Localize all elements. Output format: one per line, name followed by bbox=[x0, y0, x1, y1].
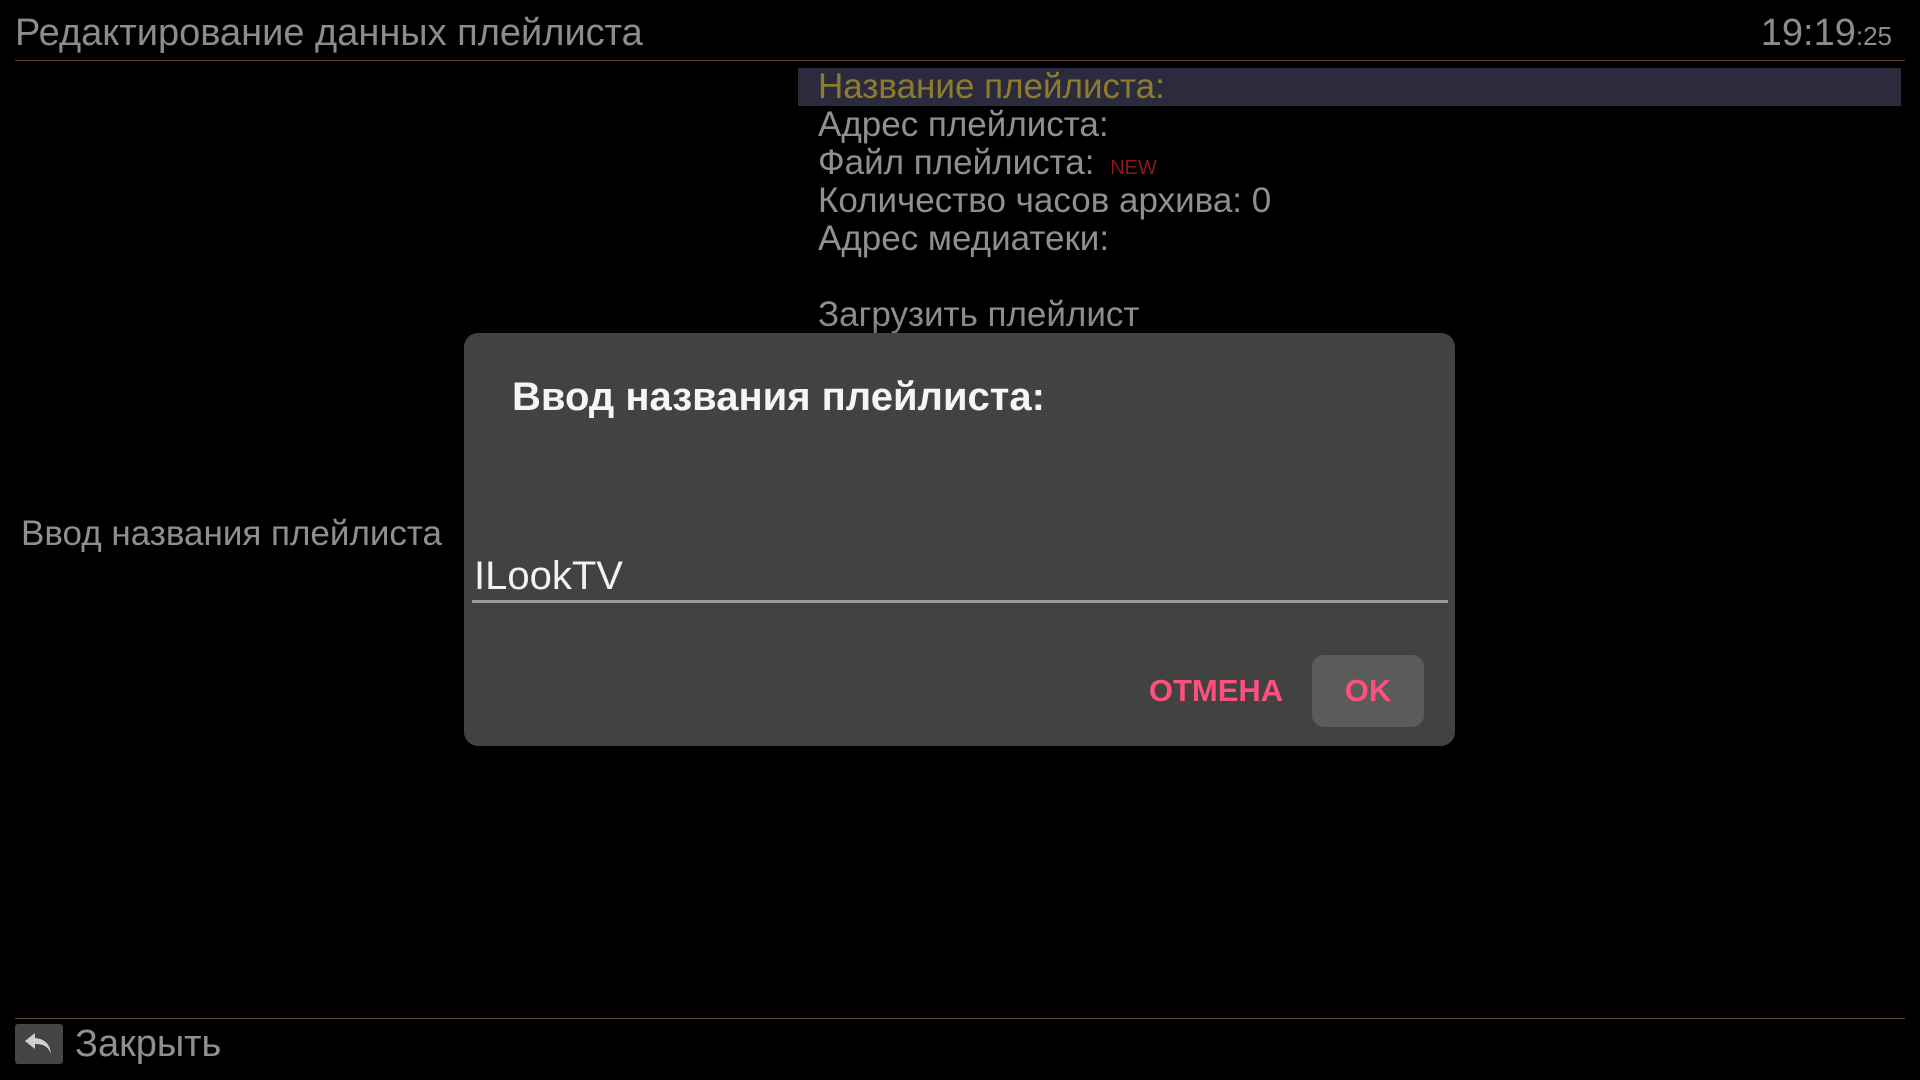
playlist-name-input[interactable]: ILookTV bbox=[472, 551, 1448, 603]
menu-item-label: Адрес плейлиста: bbox=[818, 105, 1109, 144]
close-action[interactable]: Закрыть bbox=[15, 1022, 221, 1066]
menu-item-playlist-name[interactable]: Название плейлиста: bbox=[798, 68, 1901, 106]
close-label: Закрыть bbox=[75, 1022, 222, 1065]
menu-item-label: Адрес медиатеки: bbox=[818, 219, 1110, 258]
clock: 19:19:25 bbox=[1761, 12, 1892, 55]
playlist-name-dialog: Ввод названия плейлиста: ILookTV ОТМЕНА … bbox=[464, 333, 1455, 746]
dialog-title: Ввод названия плейлиста: bbox=[512, 375, 1045, 419]
item-description: Ввод названия плейлиста bbox=[21, 514, 443, 553]
menu-item-load-playlist[interactable]: Загрузить плейлист bbox=[798, 296, 1901, 334]
settings-menu: Название плейлиста: Адрес плейлиста: Фай… bbox=[798, 68, 1901, 334]
menu-item-label: Название плейлиста: bbox=[818, 67, 1165, 106]
new-badge: NEW bbox=[1110, 157, 1157, 179]
page-title: Редактирование данных плейлиста bbox=[15, 12, 643, 54]
menu-item-label: Файл плейлиста: bbox=[818, 143, 1095, 182]
menu-spacer bbox=[798, 258, 1901, 296]
ok-button[interactable]: OK bbox=[1312, 655, 1424, 727]
header-divider bbox=[15, 60, 1905, 61]
clock-seconds: :25 bbox=[1855, 21, 1892, 51]
menu-item-playlist-file[interactable]: Файл плейлиста: NEW bbox=[798, 144, 1901, 182]
cancel-button[interactable]: ОТМЕНА bbox=[1136, 655, 1296, 727]
back-arrow-icon bbox=[15, 1024, 63, 1064]
menu-item-media-library-address[interactable]: Адрес медиатеки: bbox=[798, 220, 1901, 258]
menu-item-archive-hours[interactable]: Количество часов архива: 0 bbox=[798, 182, 1901, 220]
menu-item-label: Загрузить плейлист bbox=[818, 295, 1140, 334]
menu-item-label: Количество часов архива: 0 bbox=[818, 181, 1272, 220]
menu-item-playlist-address[interactable]: Адрес плейлиста: bbox=[798, 106, 1901, 144]
footer-divider bbox=[15, 1018, 1905, 1019]
clock-hours-minutes: 19:19 bbox=[1760, 12, 1856, 54]
screen: Редактирование данных плейлиста 19:19:25… bbox=[0, 0, 1920, 1080]
